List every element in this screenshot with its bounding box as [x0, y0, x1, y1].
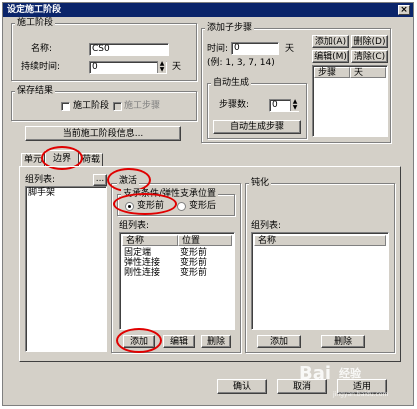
- close-icon[interactable]: ×: [398, 5, 410, 15]
- save-step-label: 施工步骤: [124, 101, 161, 111]
- substep-delete-button[interactable]: 删除(D): [351, 35, 388, 48]
- step-count-spinner-icon[interactable]: ▲ ▼: [290, 99, 299, 111]
- ok-button[interactable]: 确认: [217, 379, 267, 394]
- activate-column-position[interactable]: 位置: [178, 235, 232, 246]
- substep-add-button[interactable]: 添加(A): [312, 35, 349, 48]
- dialog-title: 设定施工阶段: [7, 5, 62, 15]
- watermark-url: jingyan.baidu.com: [333, 391, 389, 398]
- time-input[interactable]: 0: [231, 42, 279, 55]
- duration-spinner-icon[interactable]: ▲ ▼: [157, 61, 166, 73]
- duration-input[interactable]: 0: [89, 61, 167, 74]
- table-row-position[interactable]: 变形前: [180, 268, 207, 279]
- activate-column-name[interactable]: 名称: [122, 235, 178, 246]
- auto-generate-button[interactable]: 自动生成步骤: [213, 120, 301, 134]
- table-row-name[interactable]: 刚性连接: [124, 268, 160, 279]
- list-item[interactable]: 脚手架: [28, 188, 55, 199]
- deactivate-list-label: 组列表:: [251, 221, 282, 231]
- left-group-list-label: 组列表:: [25, 175, 56, 185]
- watermark-brand-suffix: 经验: [339, 367, 361, 380]
- name-input[interactable]: CS0: [89, 43, 169, 56]
- name-label: 名称:: [31, 44, 53, 54]
- duration-unit: 天: [172, 62, 182, 72]
- highlight-circle-before-deformation: [113, 193, 177, 215]
- activate-edit-button[interactable]: 编辑: [163, 335, 195, 348]
- deactivate-delete-button[interactable]: 删除: [321, 335, 365, 348]
- highlight-circle-add: [116, 328, 162, 353]
- substep-column-day[interactable]: 天: [350, 67, 386, 78]
- time-unit: 天: [285, 44, 295, 54]
- duration-label: 持续时间:: [21, 62, 61, 72]
- save-step-checkbox[interactable]: [113, 102, 122, 111]
- step-count-label: 步骤数:: [219, 100, 250, 110]
- activate-group-list[interactable]: 名称 位置 固定端 变形前 弹性连接 变形前 刚性连接 变形前: [119, 232, 235, 330]
- radio-after-label: 变形后: [189, 201, 217, 211]
- current-stage-info-button[interactable]: 当前施工阶段信息...: [25, 126, 181, 141]
- time-label: 时间:: [207, 44, 229, 54]
- substep-column-step[interactable]: 步骤: [314, 67, 350, 78]
- deactivate-add-button[interactable]: 添加: [257, 335, 301, 348]
- browse-button[interactable]: ...: [93, 174, 107, 186]
- auto-generate-group-label: 自动生成: [211, 78, 252, 88]
- save-result-group-label: 保存结果: [15, 86, 56, 96]
- deactivate-group-label: 钝化: [249, 178, 272, 188]
- activate-list-label: 组列表:: [119, 221, 150, 231]
- save-stage-checkbox[interactable]: [61, 102, 70, 111]
- time-example: (例: 1, 3, 7, 14): [207, 58, 275, 68]
- stage-group-label: 施工阶段: [15, 18, 56, 28]
- construction-stage-dialog: 设定施工阶段 × 施工阶段 名称: CS0 持续时间: 0 ▲ ▼ 天 保存结果 …: [2, 2, 414, 406]
- title-bar: 设定施工阶段 ×: [3, 3, 413, 17]
- substep-group-label: 添加子步骤: [205, 23, 255, 33]
- left-group-list[interactable]: 脚手架: [25, 186, 107, 352]
- substep-clear-button[interactable]: 清除(C): [351, 50, 388, 63]
- activate-delete-button[interactable]: 删除: [201, 335, 231, 348]
- watermark-brand: Bai: [299, 363, 332, 384]
- deactivate-group-list[interactable]: 名称: [251, 232, 389, 330]
- radio-after-deformation[interactable]: [177, 202, 186, 211]
- substep-edit-button[interactable]: 编辑(M): [312, 50, 349, 63]
- save-stage-label: 施工阶段: [73, 101, 110, 111]
- deactivate-column-name[interactable]: 名称: [254, 235, 386, 246]
